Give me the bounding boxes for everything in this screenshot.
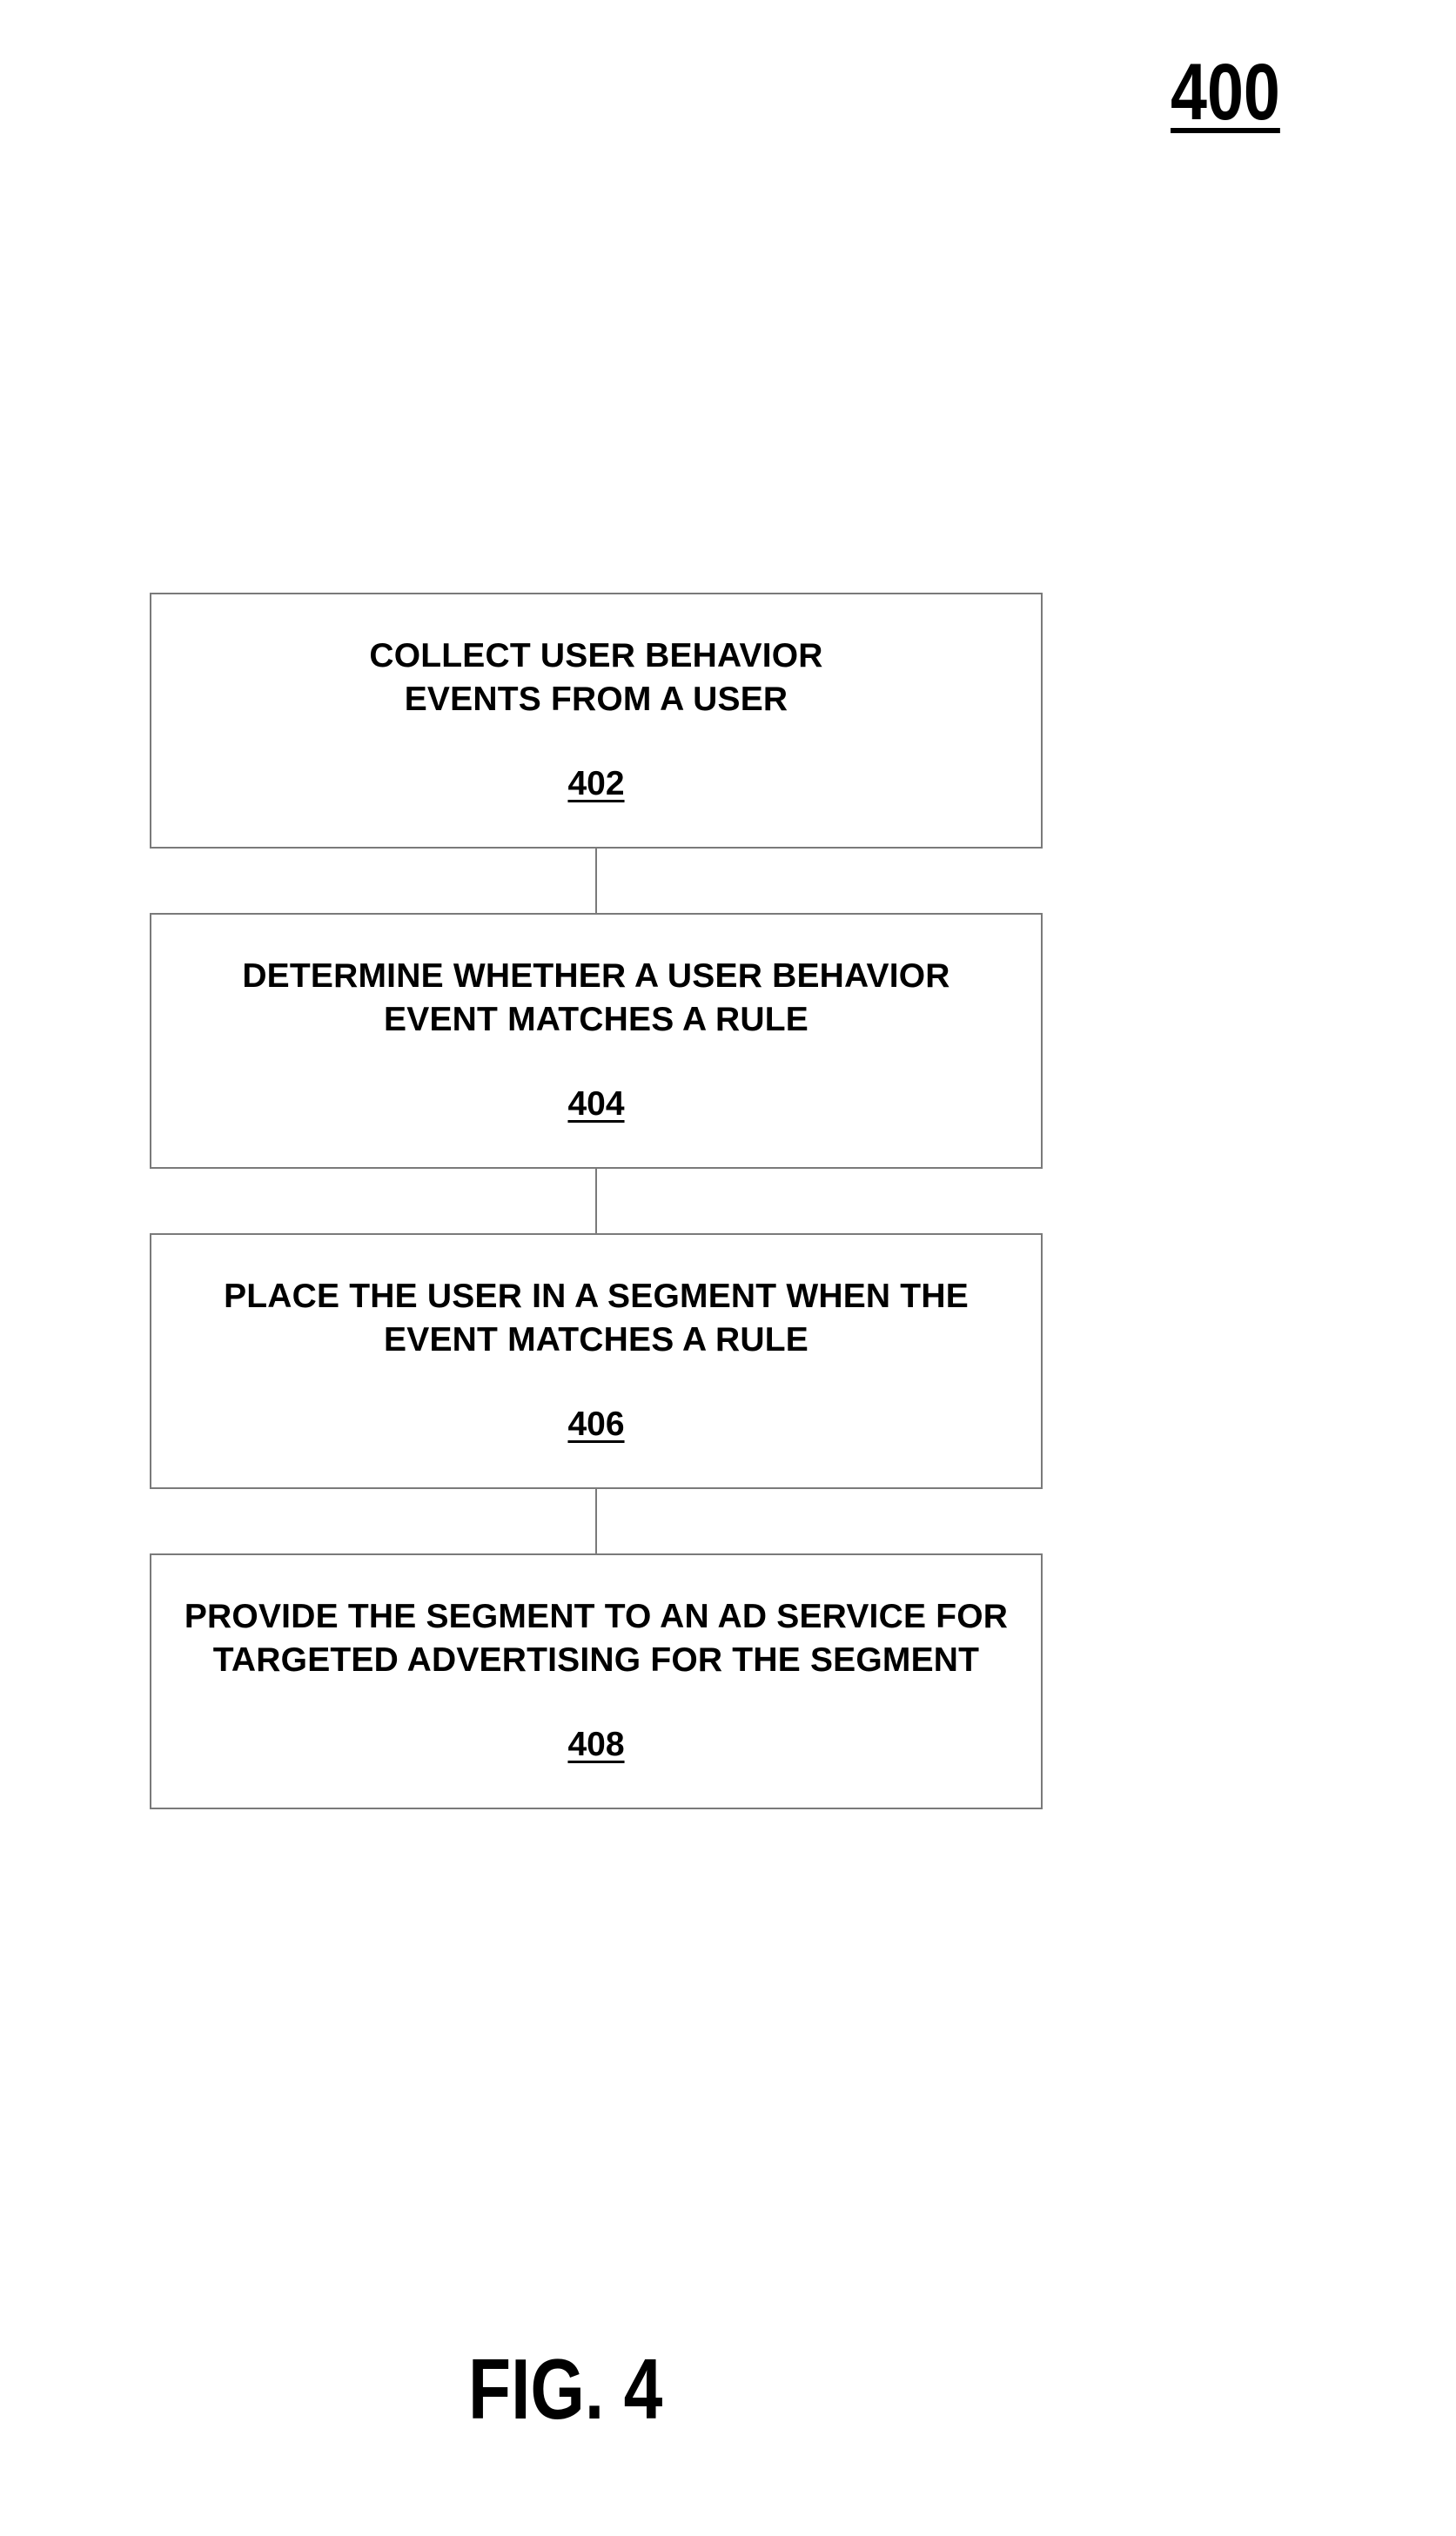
step-4-ref: 408 bbox=[151, 1728, 1041, 1761]
flow-box-step-2: DETERMINE WHETHER A USER BEHAVIOR EVENT … bbox=[150, 913, 1043, 1169]
connector-1-2 bbox=[595, 849, 597, 913]
connector-3-4 bbox=[595, 1489, 597, 1553]
step-2-text: DETERMINE WHETHER A USER BEHAVIOR EVENT … bbox=[160, 955, 1032, 1042]
step-2-ref: 404 bbox=[151, 1087, 1041, 1121]
connector-2-3 bbox=[595, 1169, 597, 1233]
flow-box-step-4: PROVIDE THE SEGMENT TO AN AD SERVICE FOR… bbox=[150, 1553, 1043, 1809]
step-1-ref: 402 bbox=[151, 767, 1041, 801]
step-1-text: COLLECT USER BEHAVIOR EVENTS FROM A USER bbox=[160, 634, 1032, 721]
step-3-text: PLACE THE USER IN A SEGMENT WHEN THE EVE… bbox=[160, 1275, 1032, 1362]
flow-box-step-3: PLACE THE USER IN A SEGMENT WHEN THE EVE… bbox=[150, 1233, 1043, 1489]
figure-label: FIG. 4 bbox=[468, 2346, 704, 2432]
step-4-text: PROVIDE THE SEGMENT TO AN AD SERVICE FOR… bbox=[160, 1595, 1032, 1682]
diagram-number: 400 bbox=[1171, 52, 1327, 132]
step-3-ref: 406 bbox=[151, 1407, 1041, 1441]
flow-box-step-1: COLLECT USER BEHAVIOR EVENTS FROM A USER… bbox=[150, 593, 1043, 849]
